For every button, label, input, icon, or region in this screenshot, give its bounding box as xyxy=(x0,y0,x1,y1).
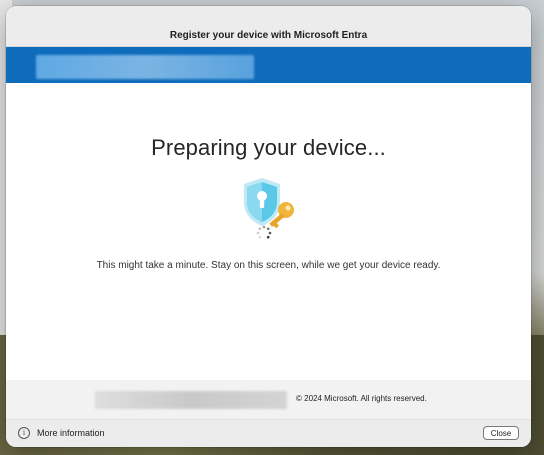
spinner-icon xyxy=(256,225,272,239)
main-content: Preparing your device... This might take… xyxy=(6,83,531,380)
footer: © 2024 Microsoft. All rights reserved. xyxy=(6,380,531,419)
redacted-banner-text xyxy=(36,55,254,79)
brand-banner xyxy=(6,47,531,83)
copyright-text: © 2024 Microsoft. All rights reserved. xyxy=(296,394,427,403)
window-title: Register your device with Microsoft Entr… xyxy=(169,30,368,41)
page-heading: Preparing your device... xyxy=(151,135,386,160)
title-bar: Register your device with Microsoft Entr… xyxy=(6,6,531,47)
more-information-link[interactable]: i More information xyxy=(18,427,105,439)
dialog-bottom-bar: i More information Close xyxy=(6,419,531,447)
registration-dialog: Register your device with Microsoft Entr… xyxy=(6,6,531,447)
more-information-label: More information xyxy=(37,428,105,438)
close-button[interactable]: Close xyxy=(483,426,519,440)
status-message: This might take a minute. Stay on this s… xyxy=(96,260,441,271)
redacted-footer-text xyxy=(95,391,287,409)
shield-lock-icon xyxy=(244,178,280,226)
device-setup-illustration xyxy=(234,176,304,246)
info-icon: i xyxy=(18,427,30,439)
